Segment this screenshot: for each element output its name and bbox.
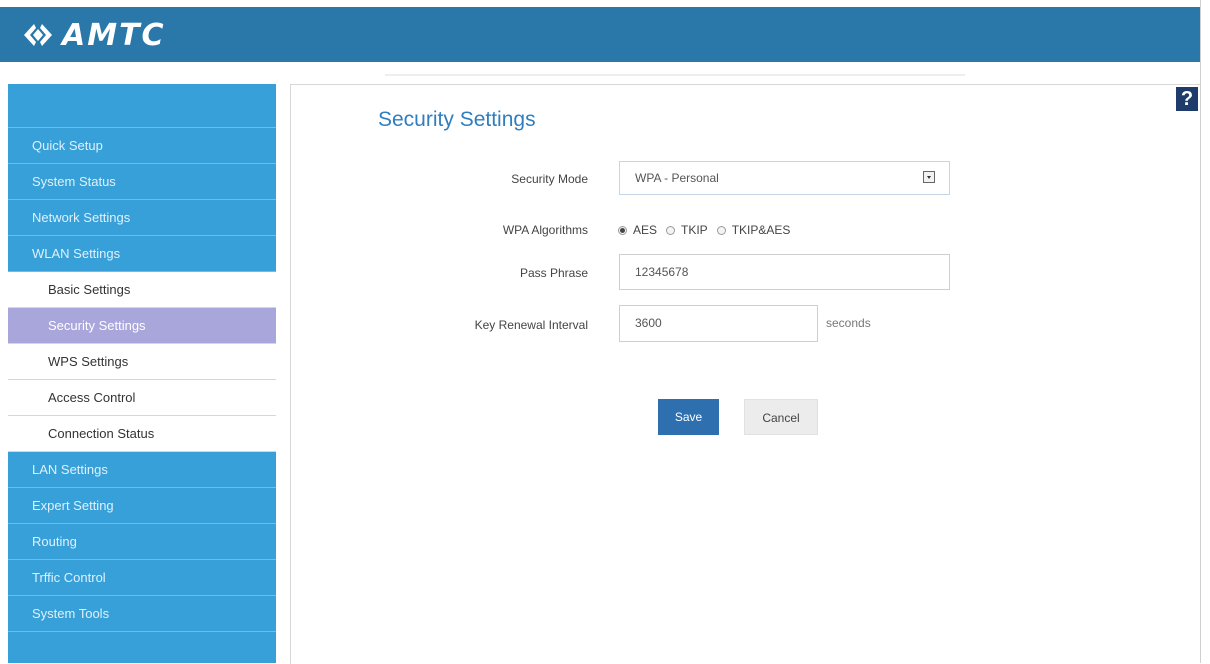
sidebar-item-network-settings[interactable]: Network Settings	[8, 200, 276, 236]
window-edge	[1200, 0, 1210, 663]
security-mode-label: Security Mode	[511, 172, 588, 186]
sidebar-subitem-basic-settings[interactable]: Basic Settings	[8, 272, 276, 308]
sidebar-item-system-status[interactable]: System Status	[8, 164, 276, 200]
radio-tkip-aes[interactable]	[716, 225, 726, 235]
sidebar-item-lan-settings[interactable]: LAN Settings	[8, 452, 276, 488]
sidebar-subitem-access-control[interactable]: Access Control	[8, 380, 276, 416]
top-header-bar: AMTC	[0, 7, 1200, 62]
pass-phrase-input[interactable]: 12345678	[619, 254, 950, 290]
sidebar-item-expert-setting[interactable]: Expert Setting	[8, 488, 276, 524]
chevron-down-icon[interactable]	[923, 171, 935, 183]
radio-option-aes[interactable]: AES	[618, 223, 657, 237]
page-title: Security Settings	[378, 108, 536, 131]
sidebar-item-quick-setup[interactable]: Quick Setup	[8, 128, 276, 164]
sidebar-item-traffic-control[interactable]: Trffic Control	[8, 560, 276, 596]
sidebar-item-system-tools[interactable]: System Tools	[8, 596, 276, 632]
radio-tkip[interactable]	[666, 225, 676, 235]
security-mode-select[interactable]: WPA - Personal	[619, 161, 950, 195]
sidebar-nav: Quick Setup System Status Network Settin…	[8, 84, 276, 663]
wpa-algorithms-group: AES TKIP TKIP&AES	[618, 222, 799, 238]
cancel-button[interactable]: Cancel	[744, 399, 818, 435]
key-renewal-unit: seconds	[826, 316, 871, 330]
radio-label-aes: AES	[633, 223, 658, 237]
radio-label-tkip: TKIP	[681, 223, 708, 237]
logo-mark-icon	[24, 24, 52, 46]
radio-label-tkip-aes: TKIP&AES	[731, 223, 791, 237]
sidebar-subitem-wps-settings[interactable]: WPS Settings	[8, 344, 276, 380]
save-button[interactable]: Save	[658, 399, 719, 435]
pass-phrase-label: Pass Phrase	[519, 266, 588, 280]
radio-option-tkip-aes[interactable]: TKIP&AES	[716, 223, 791, 237]
radio-aes[interactable]	[618, 225, 627, 235]
key-renewal-input[interactable]: 3600	[619, 305, 818, 342]
security-mode-value: WPA - Personal	[635, 171, 719, 185]
key-renewal-label: Key Renewal Interval	[474, 318, 588, 332]
brand-name: AMTC	[62, 17, 166, 53]
sidebar-item-routing[interactable]: Routing	[8, 524, 276, 560]
divider	[385, 74, 965, 76]
radio-option-tkip[interactable]: TKIP	[666, 223, 708, 237]
sidebar-item-wlan-settings[interactable]: WLAN Settings	[8, 236, 276, 272]
help-icon[interactable]: ?	[1176, 87, 1198, 111]
wpa-algorithms-label: WPA Algorithms	[502, 223, 588, 237]
sidebar-subitem-security-settings[interactable]: Security Settings	[8, 308, 276, 344]
sidebar-header	[8, 84, 276, 128]
sidebar-subitem-connection-status[interactable]: Connection Status	[8, 416, 276, 452]
brand-logo: AMTC	[20, 15, 166, 55]
